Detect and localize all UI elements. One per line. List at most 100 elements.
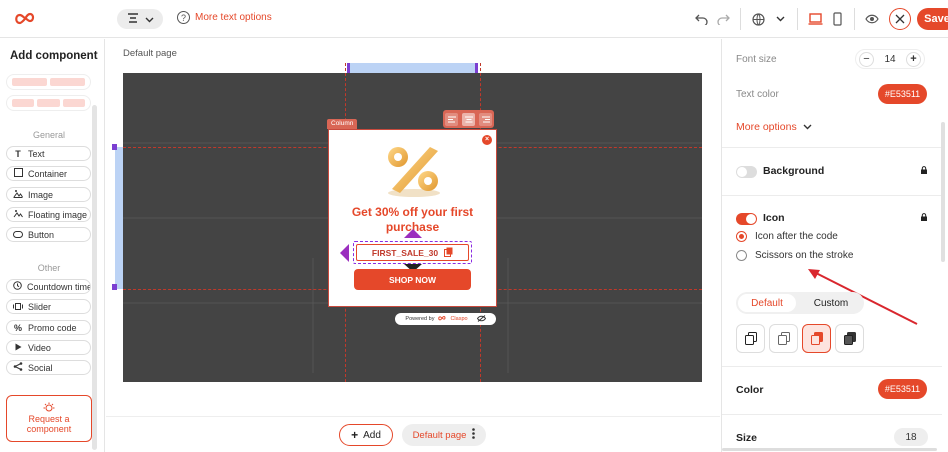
component-label: Floating image (28, 209, 88, 220)
align-right-icon[interactable] (479, 112, 492, 126)
icon-variant-light[interactable] (769, 324, 798, 353)
hide-eye-icon[interactable] (476, 314, 486, 324)
popup-close-icon[interactable]: × (482, 135, 492, 145)
promo-code-text: FIRST_SALE_30 (371, 247, 439, 258)
save-button[interactable]: Save (917, 8, 948, 30)
icon-option-2-label[interactable]: Scissors on the stroke (755, 250, 853, 261)
horizontal-scrollbar[interactable] (722, 448, 937, 451)
component-social[interactable]: Social (6, 360, 91, 375)
icon-size-value[interactable]: 18 (894, 428, 928, 446)
resize-arrow-left-icon[interactable] (340, 244, 349, 262)
add-component-panel: Add component General T Text Container I… (0, 39, 105, 452)
component-label: Button (28, 229, 55, 240)
play-icon (13, 343, 23, 353)
component-slider[interactable]: Slider (6, 299, 91, 314)
more-vertical-icon[interactable] (472, 428, 476, 442)
resize-arrow-up-icon[interactable] (404, 229, 422, 238)
preview-eye-icon[interactable] (861, 7, 883, 31)
desktop-view-icon[interactable] (804, 7, 826, 31)
left-scrollbar[interactable] (92, 105, 97, 450)
text-color-picker[interactable]: #E53511 (878, 84, 927, 104)
align-center-icon[interactable] (462, 112, 475, 126)
template-block[interactable] (6, 95, 91, 111)
shop-now-button[interactable]: SHOP NOW (354, 269, 471, 290)
add-page-button[interactable]: + Add (339, 424, 393, 446)
toolbar-divider (797, 8, 798, 30)
globe-icon[interactable] (747, 7, 769, 31)
image-icon (13, 189, 23, 200)
font-size-stepper[interactable]: − 14 + (855, 49, 925, 69)
component-container[interactable]: Container (6, 166, 91, 181)
powered-by-badge[interactable]: Powered by Claspo (395, 313, 496, 325)
align-left-icon[interactable] (445, 112, 458, 126)
font-size-label: Font size (736, 54, 777, 65)
timer-icon (13, 281, 22, 292)
component-promo-code[interactable]: % Promo code (6, 320, 91, 335)
undo-icon[interactable] (690, 7, 712, 31)
icon-variant-filled-selected[interactable] (802, 324, 831, 353)
icon-toggle[interactable] (736, 213, 757, 225)
component-label: Countdown timer (27, 281, 91, 292)
background-toggle[interactable] (736, 166, 757, 178)
font-size-value[interactable]: 14 (884, 54, 895, 65)
template-block[interactable] (6, 74, 91, 90)
page-selector[interactable]: Default page (402, 424, 486, 446)
text-icon: T (15, 148, 21, 159)
component-countdown-timer[interactable]: Countdown timer (6, 279, 91, 294)
top-toolbar: ? More text options Save (0, 0, 948, 38)
floating-image-icon (13, 209, 23, 220)
icon-option-1-label[interactable]: Icon after the code (755, 231, 838, 242)
more-options-toggle[interactable]: More options (736, 121, 812, 133)
tab-default[interactable]: Default (738, 294, 796, 312)
component-button[interactable]: Button (6, 227, 91, 242)
component-video[interactable]: Video (6, 340, 91, 355)
language-chevron-icon[interactable] (769, 7, 791, 31)
help-circle-icon: ? (177, 11, 190, 24)
decrement-button[interactable]: − (859, 51, 874, 67)
component-image[interactable]: Image (6, 187, 91, 202)
align-center-icon (127, 12, 139, 26)
background-label: Background (763, 165, 825, 177)
icon-color-picker[interactable]: #E53511 (878, 379, 927, 399)
section-divider (722, 195, 942, 196)
copy-icon[interactable] (444, 247, 453, 259)
lock-icon (921, 213, 927, 221)
percent-icon: % (13, 322, 22, 333)
copy-dark-icon (843, 332, 856, 345)
chevron-down-icon (145, 12, 154, 26)
powered-by-text: Powered by (405, 316, 435, 322)
copy-outline-icon (744, 332, 757, 345)
component-text[interactable]: T Text (6, 146, 91, 161)
column-tag[interactable]: Column (327, 119, 358, 129)
component-label: Slider (28, 301, 52, 312)
radio-scissors-stroke[interactable] (736, 250, 747, 261)
logo-icon[interactable] (14, 10, 36, 29)
more-options-label: More options (736, 121, 797, 133)
container-icon (13, 168, 23, 179)
component-label: Promo code (28, 322, 77, 333)
increment-button[interactable]: + (906, 51, 921, 67)
lock-icon (921, 166, 927, 174)
component-label: Text (28, 148, 45, 159)
icon-variant-outline[interactable] (736, 324, 765, 353)
more-text-options-link[interactable]: ? More text options (177, 11, 272, 24)
right-scrollbar[interactable] (941, 122, 945, 262)
column-align-tools (443, 110, 494, 128)
promo-code-field[interactable]: FIRST_SALE_30 (356, 244, 469, 261)
mobile-view-icon[interactable] (826, 7, 848, 31)
chevron-down-icon (803, 121, 812, 133)
component-floating-image[interactable]: Floating image (6, 207, 91, 222)
redo-icon[interactable] (712, 7, 734, 31)
section-divider (722, 414, 942, 415)
toolbar-divider (854, 8, 855, 30)
section-divider (722, 147, 942, 148)
text-align-dropdown[interactable] (117, 9, 163, 29)
radio-icon-after-code[interactable] (736, 231, 747, 242)
resize-handle-top[interactable] (347, 63, 478, 73)
request-component-button[interactable]: Request a component (6, 395, 92, 442)
headline-line1: Get 30% off your first (351, 205, 474, 219)
tab-custom[interactable]: Custom (800, 294, 862, 312)
section-divider (722, 366, 942, 367)
icon-variant-dark[interactable] (835, 324, 864, 353)
close-editor-button[interactable] (889, 8, 911, 30)
